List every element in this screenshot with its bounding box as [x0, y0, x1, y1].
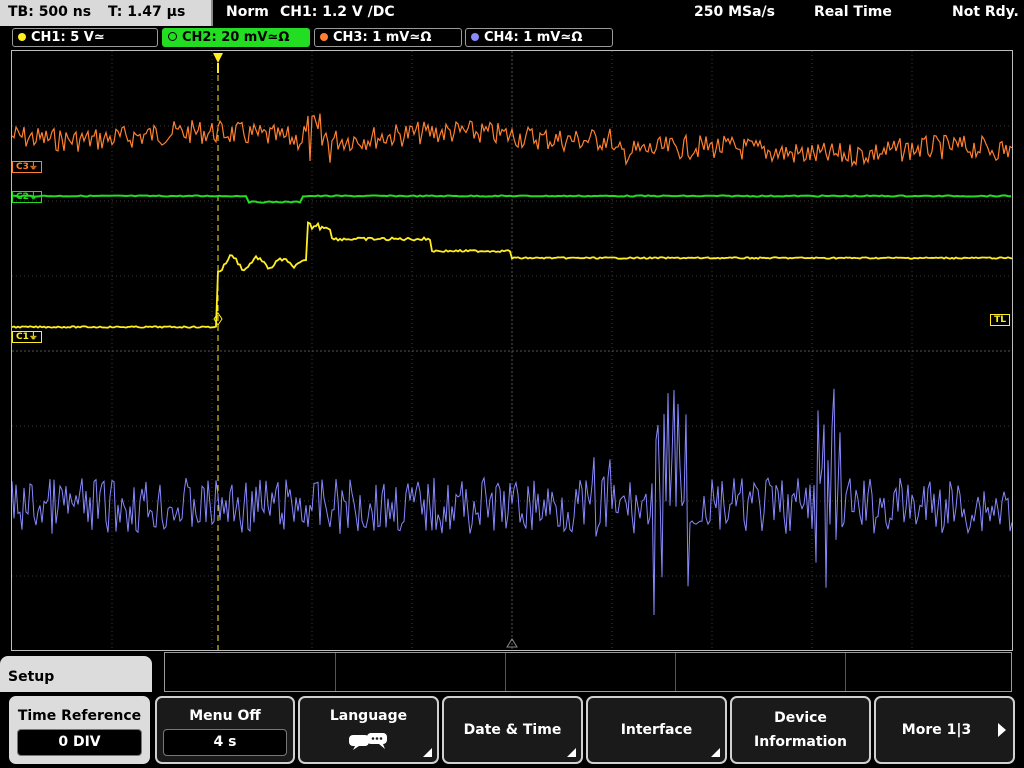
softkey-label: Menu Off — [189, 708, 261, 724]
ch1-color-dot-icon — [18, 33, 26, 41]
trigger-info[interactable]: CH1: 1.2 V ∕DC — [280, 0, 395, 26]
channel-tab-ch1[interactable]: CH1: 5 V≃ — [12, 28, 158, 47]
ch1-offset-marker[interactable]: C1⏚ — [12, 331, 42, 343]
timebase-box[interactable]: TB: 500 ns T: 1.47 µs — [0, 0, 213, 26]
time-reference-value: 0 DIV — [17, 729, 142, 756]
ch4-color-dot-icon — [471, 33, 479, 41]
info-strip — [164, 652, 1012, 692]
softkey-label: Date & Time — [463, 722, 562, 738]
strip-divider — [335, 653, 336, 691]
softkey-label: Language — [329, 708, 408, 724]
channel-tab-ch4[interactable]: CH4: 1 mV≃Ω — [465, 28, 613, 47]
timebase-label: TB: 500 ns — [8, 4, 92, 20]
trigger-time-label: T: 1.47 µs — [107, 4, 186, 20]
ch3-offset-marker[interactable]: C3⏚ — [12, 161, 42, 173]
time-reference-softkey[interactable]: Time Reference 0 DIV — [9, 696, 150, 764]
trigger-position-icon — [213, 53, 223, 73]
ch3-color-dot-icon — [320, 33, 328, 41]
strip-divider — [675, 653, 676, 691]
submenu-corner-icon — [567, 748, 576, 757]
language-softkey[interactable]: Language — [298, 696, 439, 764]
strip-divider — [505, 653, 506, 691]
channel-tab-label: CH2: 20 mV≃Ω — [182, 30, 290, 45]
more-softkey[interactable]: More 1|3 — [874, 696, 1015, 764]
ch4-trace — [12, 388, 1012, 616]
device-information-softkey[interactable]: Device Information — [730, 696, 871, 764]
arrow-right-icon — [998, 723, 1006, 737]
chat-bubbles-icon — [348, 733, 387, 750]
menu-off-softkey[interactable]: Menu Off 4 s — [155, 696, 295, 764]
ch2-color-dot-icon — [168, 32, 177, 41]
interface-softkey[interactable]: Interface — [586, 696, 727, 764]
graticule-grid — [12, 51, 1012, 650]
acquisition-state: Not Rdy. — [952, 4, 1019, 20]
softkey-label: Interface — [620, 722, 693, 738]
sample-rate: 250 MSa/s — [694, 4, 776, 20]
menu-off-value: 4 s — [163, 729, 287, 756]
channel-tab-label: CH3: 1 mV≃Ω — [333, 30, 432, 45]
waveform-display[interactable]: C3⏚ C2⏚ C1⏚ TL — [11, 50, 1013, 651]
strip-divider — [845, 653, 846, 691]
time-mode: Real Time — [814, 4, 892, 20]
submenu-corner-icon — [423, 748, 432, 757]
channel-tab-label: CH4: 1 mV≃Ω — [484, 30, 583, 45]
trigger-level-marker[interactable]: TL — [990, 314, 1010, 326]
channel-tab-row: CH1: 5 V≃ CH2: 20 mV≃Ω CH3: 1 mV≃Ω CH4: … — [0, 26, 1024, 50]
ch2-offset-marker[interactable]: C2⏚ — [12, 191, 42, 203]
channel-tab-ch2[interactable]: CH2: 20 mV≃Ω — [162, 28, 310, 47]
channel-tab-label: CH1: 5 V≃ — [31, 30, 105, 45]
channel-tab-ch3[interactable]: CH3: 1 mV≃Ω — [314, 28, 462, 47]
softkey-menu: Time Reference 0 DIV Menu Off 4 s Langua… — [0, 692, 1024, 768]
softkey-label-line1: Device — [774, 710, 827, 726]
submenu-corner-icon — [711, 748, 720, 757]
acquisition-mode[interactable]: Norm — [226, 0, 269, 26]
status-bar: TB: 500 ns T: 1.47 µs Norm CH1: 1.2 V ∕D… — [0, 0, 1024, 26]
date-time-softkey[interactable]: Date & Time — [442, 696, 583, 764]
softkey-label: Time Reference — [17, 708, 142, 724]
waveform-canvas — [12, 51, 1012, 650]
softkey-label-line2: Information — [754, 734, 847, 750]
softkey-label: More 1|3 — [901, 722, 972, 738]
